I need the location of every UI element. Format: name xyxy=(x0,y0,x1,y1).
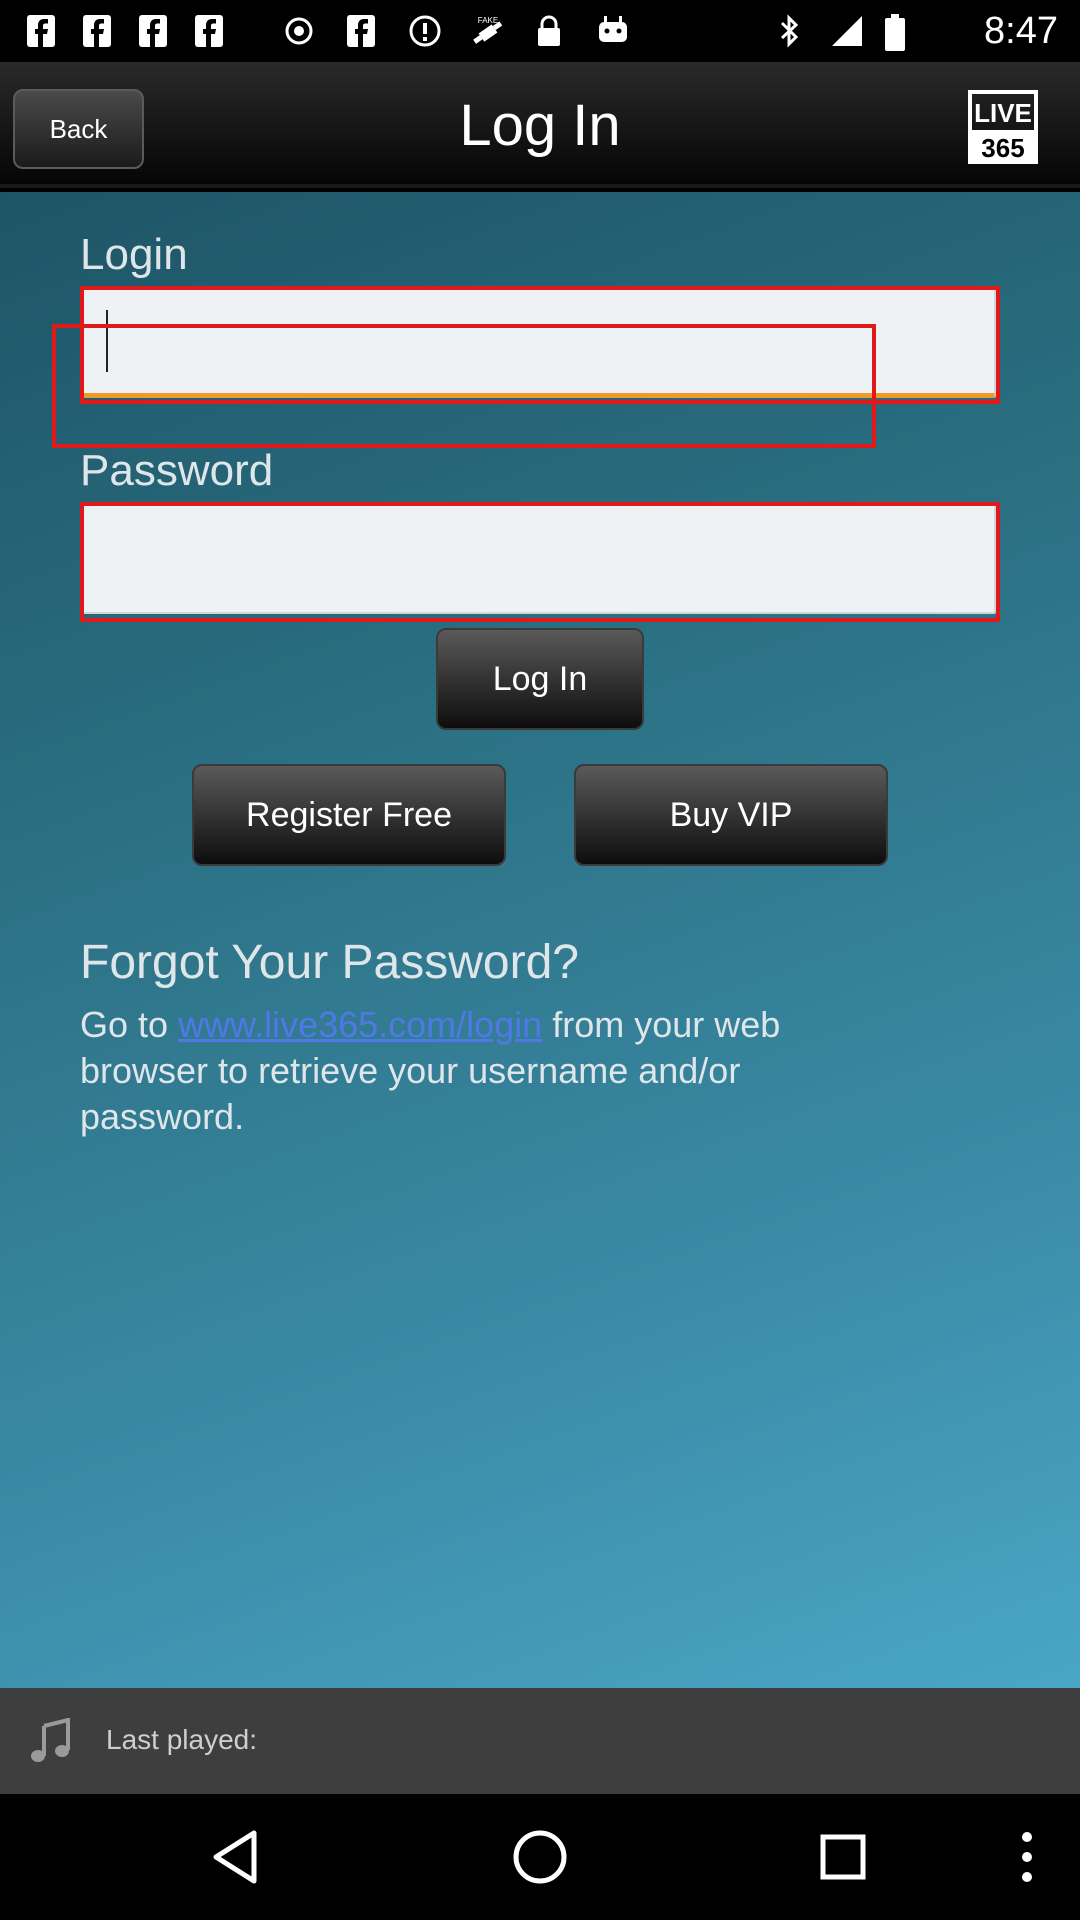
record-icon xyxy=(284,14,314,48)
more-icon[interactable] xyxy=(992,1824,1062,1890)
login-input[interactable] xyxy=(82,288,996,398)
log-in-button[interactable]: Log In xyxy=(436,628,644,730)
logo-top-text: LIVE xyxy=(974,98,1032,128)
back-button[interactable]: Back xyxy=(13,89,144,169)
header: Log In Back LIVE 365 xyxy=(0,62,1080,188)
android-icon xyxy=(596,14,630,48)
forgot-text-prefix: Go to xyxy=(80,1004,179,1045)
page-title: Log In xyxy=(459,92,621,158)
recents-icon[interactable] xyxy=(808,1824,878,1890)
home-icon[interactable] xyxy=(505,1824,575,1890)
buy-vip-button[interactable]: Buy VIP xyxy=(574,764,888,866)
password-input[interactable] xyxy=(82,504,996,614)
forgot-password-title: Forgot Your Password? xyxy=(80,936,579,989)
battery-icon xyxy=(884,14,906,51)
facebook-icon xyxy=(82,14,112,48)
signal-icon xyxy=(830,14,864,48)
fake-gps-icon: FAKE xyxy=(468,14,508,48)
live365-logo: LIVE 365 xyxy=(968,90,1038,164)
navigation-bar xyxy=(0,1794,1080,1920)
facebook-icon xyxy=(26,14,56,48)
bluetooth-icon xyxy=(778,14,802,48)
login-label: Login xyxy=(80,230,188,279)
live365-login-link[interactable]: www.live365.com/login xyxy=(178,1004,542,1045)
text-caret xyxy=(106,310,108,372)
password-label: Password xyxy=(80,446,274,495)
back-icon[interactable] xyxy=(200,1824,270,1890)
info-icon xyxy=(408,14,442,48)
last-played-bar[interactable]: Last played: xyxy=(0,1688,1080,1794)
facebook-icon xyxy=(194,14,224,48)
register-free-button[interactable]: Register Free xyxy=(192,764,506,866)
forgot-password-text: Go to www.live365.com/login from your we… xyxy=(80,1002,900,1140)
status-bar: FAKE 8:47 xyxy=(0,0,1080,62)
logo-bottom-text: 365 xyxy=(981,133,1024,163)
music-note-icon xyxy=(31,1718,70,1762)
svg-text:FAKE: FAKE xyxy=(478,16,498,25)
lock-icon xyxy=(534,14,564,48)
login-panel: Login Password Log In Register Free Buy … xyxy=(0,192,1080,1688)
last-played-label: Last played: xyxy=(106,1724,257,1755)
facebook-icon xyxy=(138,14,168,48)
status-time: 8:47 xyxy=(984,10,1058,52)
facebook-icon xyxy=(346,14,376,48)
